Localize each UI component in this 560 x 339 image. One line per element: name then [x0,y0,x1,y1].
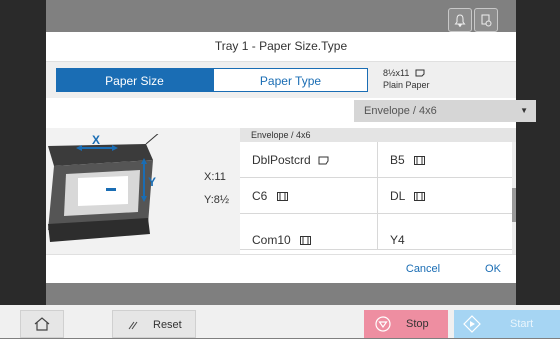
tab-paper-size[interactable]: Paper Size [56,68,213,92]
portrait-paper-icon [415,69,425,77]
stop-button[interactable]: Stop [364,310,448,338]
list-item-com10[interactable]: Com10 [240,214,378,250]
start-button[interactable]: Start [454,310,560,338]
list-item-dblpostcrd[interactable]: DblPostcrd [240,142,378,178]
list-item-dl[interactable]: DL [378,178,512,214]
reset-icon [128,321,138,330]
list-item-b5[interactable]: B5 [378,142,512,178]
tabs-row: Paper Size Paper Type 8½x11 Plain Paper [46,62,516,98]
bell-icon[interactable] [448,8,472,32]
svg-text:X: X [92,134,100,147]
current-paper-info: 8½x11 Plain Paper [383,67,430,91]
reset-button[interactable]: Reset [112,310,196,338]
list-scroll-thumb[interactable] [512,188,516,222]
tray-illustration: X Y X:11 Y:8½ [46,128,240,268]
y-dimension-label: Y:8½ [204,194,230,206]
dropdown-value: Envelope / 4x6 [364,105,437,117]
start-icon [463,315,481,333]
size-category-dropdown[interactable]: Envelope / 4x6 ▼ [354,100,536,122]
ok-button[interactable]: OK [470,255,516,283]
home-button[interactable] [20,310,64,338]
bottom-bar: Reset Stop Start [0,305,560,338]
x-dimension-label: X:11 [204,171,226,183]
paper-size-list: Envelope / 4x6 DblPostcrd B5 C6 DL Com10 [240,128,516,254]
top-bar [46,0,516,32]
list-item-c6[interactable]: C6 [240,178,378,214]
stop-icon [375,316,391,332]
stop-label: Stop [406,318,429,330]
current-size: 8½x11 [383,68,410,78]
paper-size-type-dialog: Tray 1 - Paper Size.Type Paper Size Pape… [46,32,536,283]
tray-diagram-icon: X Y [48,134,159,242]
portrait-paper-icon [318,156,329,165]
left-bezel [0,0,46,305]
envelope-icon [414,156,426,165]
chevron-down-icon: ▼ [520,106,528,115]
job-status-icon[interactable] [474,8,498,32]
reset-label: Reset [153,319,182,331]
envelope-icon [276,192,288,201]
list-item-y4[interactable]: Y4 [378,214,512,250]
start-label: Start [510,318,534,330]
dialog-footer: Cancel OK [46,254,516,283]
current-type: Plain Paper [383,80,430,90]
home-icon [34,317,50,331]
envelope-icon [414,192,426,201]
envelope-icon [300,236,312,245]
cancel-button[interactable]: Cancel [376,255,470,283]
dialog-title: Tray 1 - Paper Size.Type [46,32,516,62]
tab-paper-type[interactable]: Paper Type [213,68,368,92]
right-bezel [516,0,560,305]
list-header: Envelope / 4x6 [240,128,516,142]
svg-text:Y: Y [148,175,156,189]
